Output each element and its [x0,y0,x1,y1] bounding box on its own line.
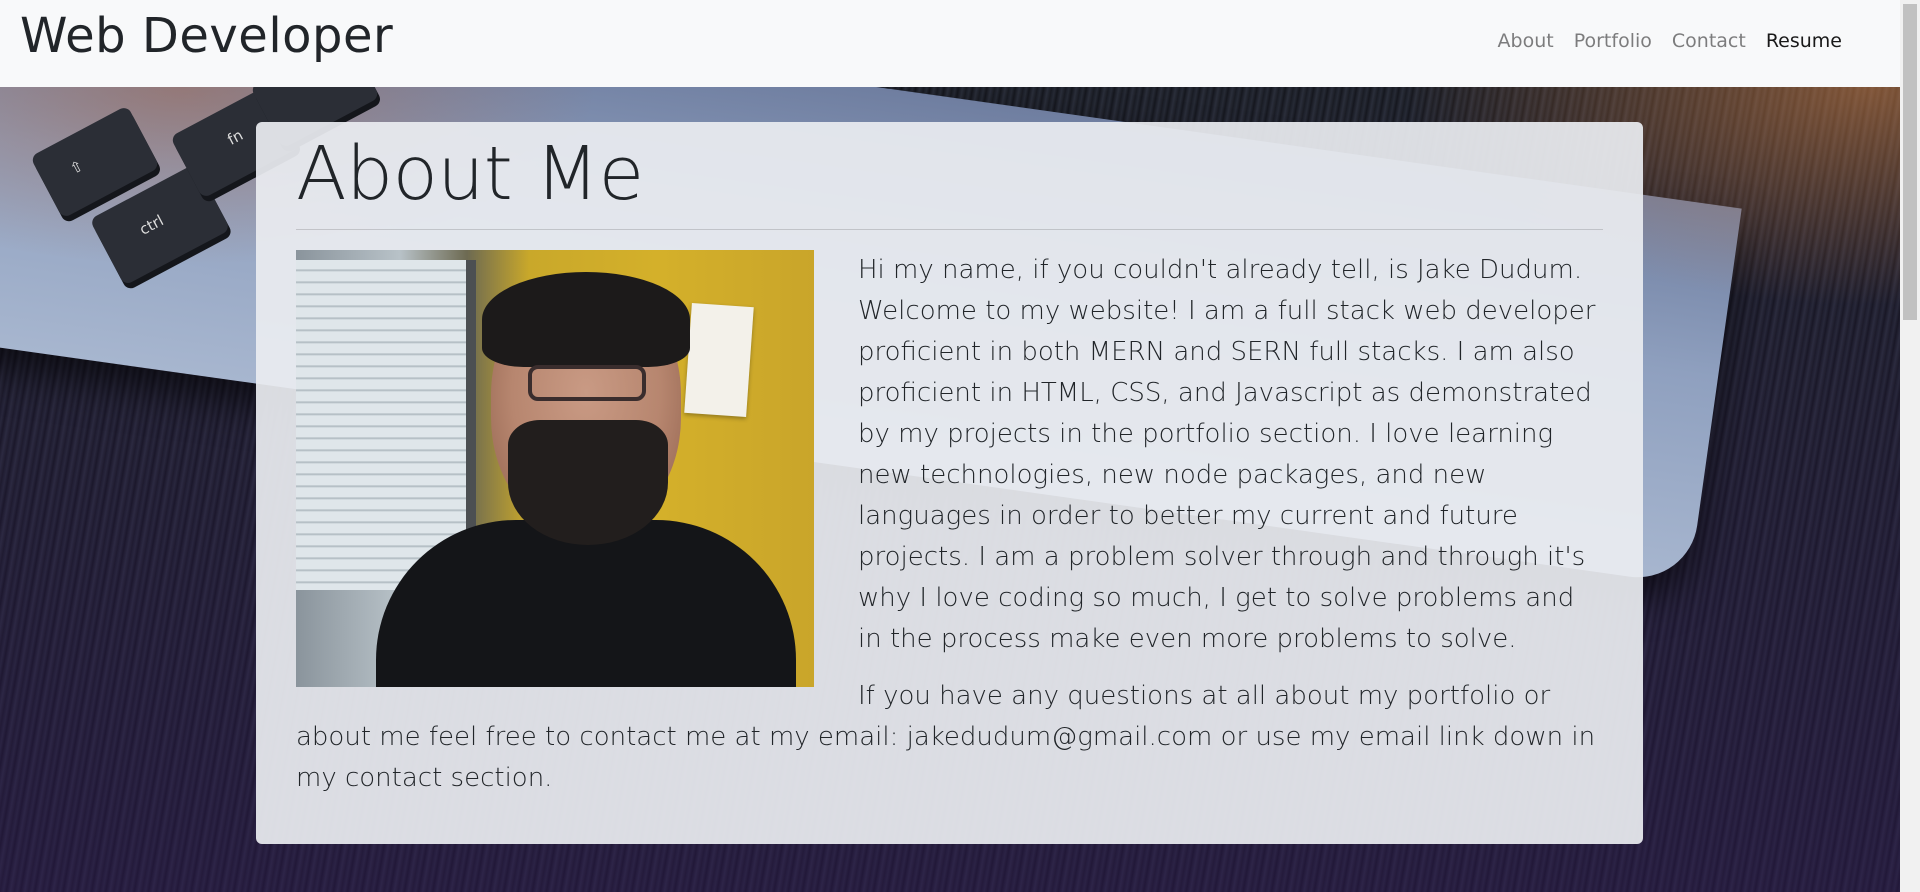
photo-beard [508,419,668,545]
divider [296,228,1603,230]
photo-glasses [528,364,646,401]
brand-link[interactable]: Web Developer [20,8,393,64]
page-scrollbar[interactable] [1900,0,1920,892]
nav-link-portfolio[interactable]: Portfolio [1564,30,1662,52]
navbar: Web Developer About Portfolio Contact Re… [0,0,1900,87]
photo-hair [482,271,690,367]
page-title: About Me [296,131,644,217]
nav-links: About Portfolio Contact Resume [1488,30,1852,52]
photo-paper [684,302,754,417]
about-card: About Me Hi my name, if you couldn't alr… [256,122,1643,844]
photo-body [376,519,796,687]
nav-link-resume[interactable]: Resume [1756,30,1852,52]
about-paragraph-contact: If you have any questions at all about m… [296,680,1596,793]
profile-photo [296,249,814,687]
nav-link-about[interactable]: About [1488,30,1564,52]
scrollbar-thumb[interactable] [1903,4,1917,320]
nav-link-contact[interactable]: Contact [1662,30,1756,52]
